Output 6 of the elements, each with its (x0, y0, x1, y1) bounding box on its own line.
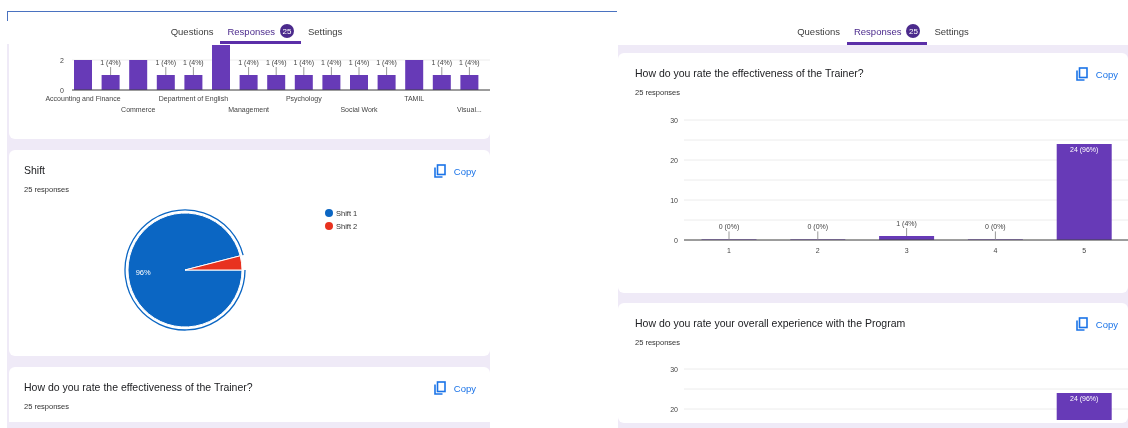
question-title: How do you rate the effectiveness of the Trainer? (24, 381, 253, 394)
count-badge: 25 (280, 24, 294, 38)
question-title: How do you rate the effectiveness of the Trainer? (635, 67, 864, 80)
count-badge: 25 (906, 24, 921, 38)
question-title: How do you rate your overall experience with the Program (635, 317, 906, 330)
question-title: Shift (24, 164, 46, 177)
